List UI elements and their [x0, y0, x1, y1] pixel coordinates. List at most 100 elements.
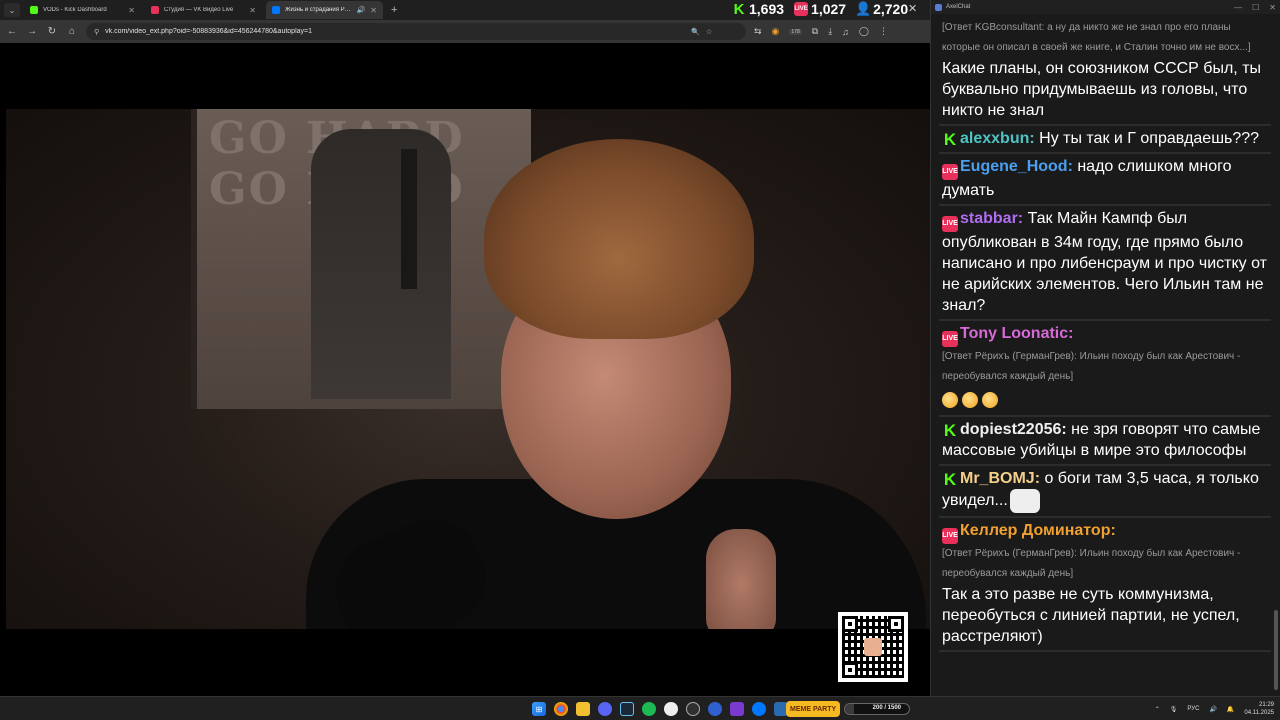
message-line: Kdopiest22056: не зря говорят что самые … — [942, 419, 1269, 461]
clock-date: 04.11.2025 — [1244, 710, 1274, 716]
chat-username[interactable]: stabbar — [960, 210, 1018, 227]
download-icon[interactable]: ⤓ — [828, 26, 832, 37]
new-tab-button[interactable]: + — [387, 4, 401, 16]
app-icon-obs[interactable] — [686, 702, 700, 716]
reload-icon[interactable]: ↻ — [46, 26, 58, 37]
url-field[interactable]: ⚲ 🔍 ☆ — [86, 23, 746, 40]
chat-username[interactable]: Mr_BOMJ — [960, 470, 1035, 487]
qr-corner-tl — [842, 616, 858, 632]
kick-viewer-count: K 1,693 — [732, 0, 785, 18]
spotify-icon[interactable] — [642, 702, 656, 716]
maximize-icon[interactable]: ☐ — [1252, 3, 1259, 12]
chat-message-list: Kalexxbun: Ну ты так и Г оправдаешь??? LI… — [939, 126, 1271, 652]
close-icon[interactable]: ✕ — [1269, 3, 1276, 12]
message-line: LIVE Келлер Доминатор: — [942, 520, 1269, 544]
vk-viewer-count: LIVE 1,027 — [794, 1, 846, 17]
back-arrow-icon[interactable]: ← — [6, 26, 18, 37]
chat-username[interactable]: dopiest22056 — [960, 421, 1061, 438]
kick-viewers-value: 1,693 — [749, 1, 785, 17]
vk-live-favicon-icon — [151, 6, 159, 14]
grimace-emote-icon — [942, 391, 958, 408]
kick-badge-icon: K — [943, 421, 957, 440]
vk-live-badge-icon: LIVE — [942, 331, 958, 347]
chat-titlebar: AxelChat — ☐ ✕ — [931, 0, 1280, 14]
kick-badge-icon: K — [943, 470, 957, 489]
total-viewer-count: 👤 2,720 — [855, 1, 909, 17]
discord-icon[interactable] — [598, 702, 612, 716]
video-player[interactable]: GO HARD GO HARD — [0, 43, 930, 695]
reply-quote: [Ответ KGBconsultant: а ну да никто же н… — [942, 22, 1251, 53]
language-indicator[interactable]: РУС — [1187, 706, 1199, 712]
meme-progress-text: 200 / 1500 — [872, 705, 901, 711]
vk-live-badge-icon: LIVE — [942, 528, 958, 544]
qr-pattern — [842, 616, 904, 678]
chat-window-title: AxelChat — [946, 4, 971, 10]
username-colon: : — [1068, 325, 1074, 342]
chevron-up-icon[interactable]: ⌃ — [1155, 706, 1160, 713]
vk-favicon-icon — [272, 6, 280, 14]
forward-arrow-icon[interactable]: → — [26, 26, 38, 37]
kick-logo-icon: K — [733, 0, 745, 18]
minimize-icon[interactable]: — — [1234, 3, 1242, 12]
qr-corner-tr — [888, 616, 904, 632]
chat-messages: [Ответ KGBconsultant: а ну да никто же н… — [931, 16, 1275, 652]
qr-code — [838, 612, 908, 682]
chat-scrollbar[interactable] — [1274, 610, 1278, 690]
translate-icon[interactable]: ⇆ — [754, 26, 762, 37]
window-close-icon[interactable]: ✕ — [908, 2, 917, 15]
volume-icon[interactable]: 🔊 — [1209, 706, 1216, 713]
tab-vk-video-active[interactable]: Жизнь и страдания Романа 🔊 ✕ — [266, 1, 383, 19]
chat-username[interactable]: alexxbun — [960, 130, 1029, 147]
tab-close-icon[interactable]: ✕ — [370, 6, 377, 15]
url-input[interactable] — [105, 28, 686, 35]
app-icon-vk[interactable] — [752, 702, 766, 716]
bell-icon[interactable]: 🔔 — [1227, 706, 1234, 713]
qr-corner-bl — [842, 662, 858, 678]
app-icon-player[interactable] — [708, 702, 722, 716]
puzzle-icon[interactable]: ⧉ — [812, 26, 818, 37]
chat-username[interactable]: Eugene_Hood — [960, 158, 1068, 175]
app-icon-editor[interactable] — [730, 702, 744, 716]
media-icon[interactable]: ♫ — [842, 27, 849, 37]
mic-icon[interactable]: 🎙 — [1170, 706, 1178, 713]
folder-icon[interactable] — [576, 702, 590, 716]
person-hand — [706, 529, 776, 629]
chat-username[interactable]: Келлер Доминатор — [960, 522, 1110, 539]
site-info-icon[interactable]: ⚲ — [94, 28, 99, 36]
zoom-icon[interactable]: 🔍 — [691, 28, 700, 36]
chat-username[interactable]: Tony Loonatic — [960, 325, 1068, 342]
vk-live-badge-icon: LIVE — [942, 164, 958, 180]
vk-live-logo-icon: LIVE — [794, 2, 809, 16]
app-icon-github[interactable] — [664, 702, 678, 716]
extension-icon[interactable]: ◉ — [772, 26, 780, 37]
tab-search-button[interactable]: ⌄ — [4, 3, 20, 17]
qr-avatar — [864, 638, 882, 656]
emote-row — [942, 387, 1269, 412]
message-line: Kalexxbun: Ну ты так и Г оправдаешь??? — [942, 128, 1269, 149]
tab-close-icon[interactable]: ✕ — [128, 6, 135, 15]
speaker-icon[interactable]: 🔊 — [357, 6, 366, 14]
window-controls: — ☐ ✕ — [1234, 3, 1276, 12]
chrome-icon[interactable] — [554, 702, 568, 716]
grimace-emote-icon — [962, 391, 978, 408]
tab-vk-studio[interactable]: Студия — VK Видео Live ✕ — [145, 1, 262, 19]
windows-start-icon[interactable]: ⊞ — [532, 702, 546, 716]
system-tray: ⌃ 🎙 РУС 🔊 🔔 21:29 04.11.2025 — [1155, 697, 1274, 720]
message-text: Так а это разве не суть коммунизма, пере… — [942, 586, 1240, 645]
steam-icon[interactable] — [620, 702, 634, 716]
video-frame[interactable]: GO HARD GO HARD — [6, 109, 930, 629]
total-viewers-value: 2,720 — [873, 1, 909, 17]
chat-message: LIVE Келлер Доминатор: [Ответ Рёрихъ (Герм… — [939, 518, 1271, 652]
menu-dots-icon[interactable]: ⋮ — [879, 26, 888, 37]
address-bar: ← → ↻ ⌂ ⚲ 🔍 ☆ ⇆ ◉ 178 ⧉ ⤓ ♫ ◯ ⋮ — [0, 20, 930, 43]
clock[interactable]: 21:29 04.11.2025 — [1244, 701, 1274, 717]
vk-viewers-value: 1,027 — [811, 1, 847, 17]
home-icon[interactable]: ⌂ — [66, 26, 78, 37]
chat-message: K Mr_BOMJ: о боги там 3,5 часа, я только … — [939, 466, 1271, 518]
tab-close-icon[interactable]: ✕ — [249, 6, 256, 15]
message-text: Ну ты так и Г оправдаешь??? — [1034, 130, 1260, 147]
bookmark-star-icon[interactable]: ☆ — [706, 28, 712, 36]
profile-icon[interactable]: ◯ — [859, 26, 869, 37]
tab-kick-vods[interactable]: VODs - Kick Dashboard ✕ — [24, 1, 141, 19]
reply-quote: [Ответ Рёрихъ (ГерманГрев): Ильин походу… — [942, 351, 1241, 382]
